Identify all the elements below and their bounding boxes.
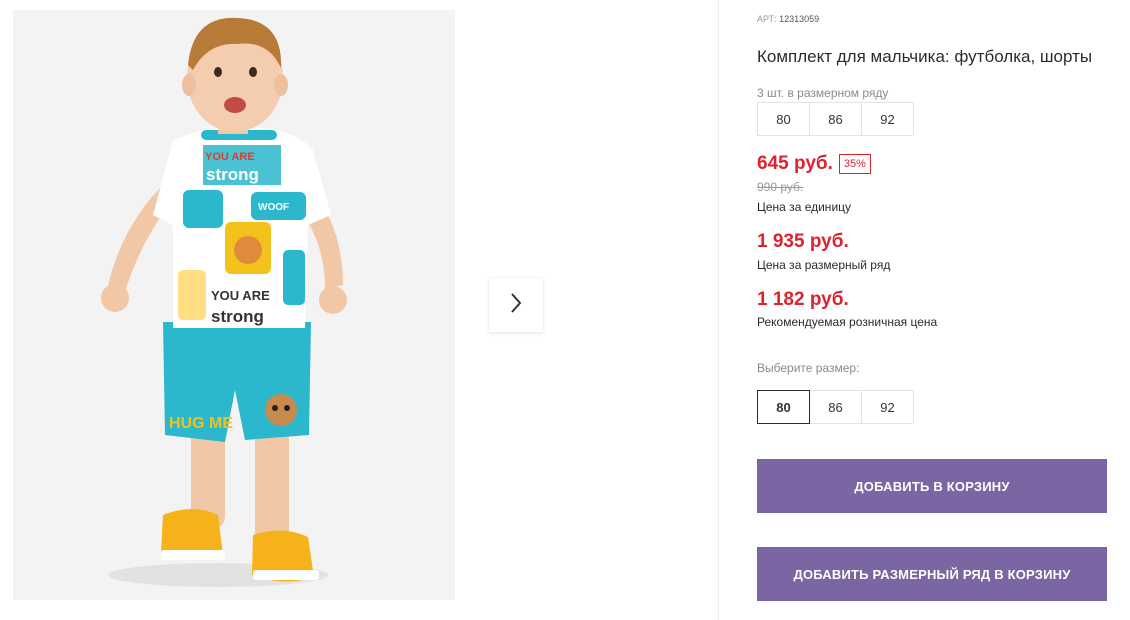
sku-label: АРТ: [757, 14, 777, 24]
pack-sizes: 80 86 92 [757, 102, 914, 136]
product-gallery: HUG ME YOU ARE strong WOOF YOU ARE stron… [0, 0, 719, 620]
pack-size-92: 92 [861, 102, 914, 136]
pack-size-80: 80 [757, 102, 810, 136]
svg-text:strong: strong [206, 165, 259, 184]
product-photo[interactable]: HUG ME YOU ARE strong WOOF YOU ARE stron… [13, 10, 455, 600]
product-title: Комплект для мальчика: футболка, шорты [757, 47, 1093, 66]
next-image-button[interactable] [489, 278, 543, 332]
size-picker: 80 86 92 [757, 390, 914, 424]
svg-text:YOU ARE: YOU ARE [211, 288, 270, 303]
price-line: 645 руб. 35% [757, 153, 871, 175]
size-option-80[interactable]: 80 [757, 390, 810, 424]
retail-price: 1 182 руб. [757, 289, 849, 310]
discount-badge: 35% [838, 154, 871, 174]
pack-size-86: 86 [809, 102, 862, 136]
svg-text:WOOF: WOOF [258, 202, 289, 213]
add-size-row-to-cart-button[interactable]: Добавить размерный ряд в корзину [757, 547, 1107, 601]
pack-note: 3 шт. в размерном ряду [757, 86, 889, 100]
add-to-cart-button[interactable]: Добавить в корзину [757, 459, 1107, 513]
size-option-86[interactable]: 86 [809, 390, 862, 424]
sku: АРТ: 12313059 [757, 14, 819, 24]
sku-value: 12313059 [779, 14, 820, 24]
choose-size-label: Выберите размер: [757, 361, 860, 375]
svg-text:YOU ARE: YOU ARE [205, 151, 255, 163]
svg-text:HUG ME: HUG ME [169, 415, 233, 432]
svg-text:strong: strong [211, 307, 264, 326]
unit-price-caption: Цена за единицу [757, 200, 852, 214]
chevron-right-icon [508, 291, 524, 320]
unit-price: 645 руб. [757, 153, 833, 174]
row-price-caption: Цена за размерный ряд [757, 258, 891, 272]
old-price: 990 руб. [757, 180, 804, 194]
size-option-92[interactable]: 92 [861, 390, 914, 424]
row-price: 1 935 руб. [757, 231, 849, 252]
retail-price-caption: Рекомендуемая розничная цена [757, 315, 938, 329]
